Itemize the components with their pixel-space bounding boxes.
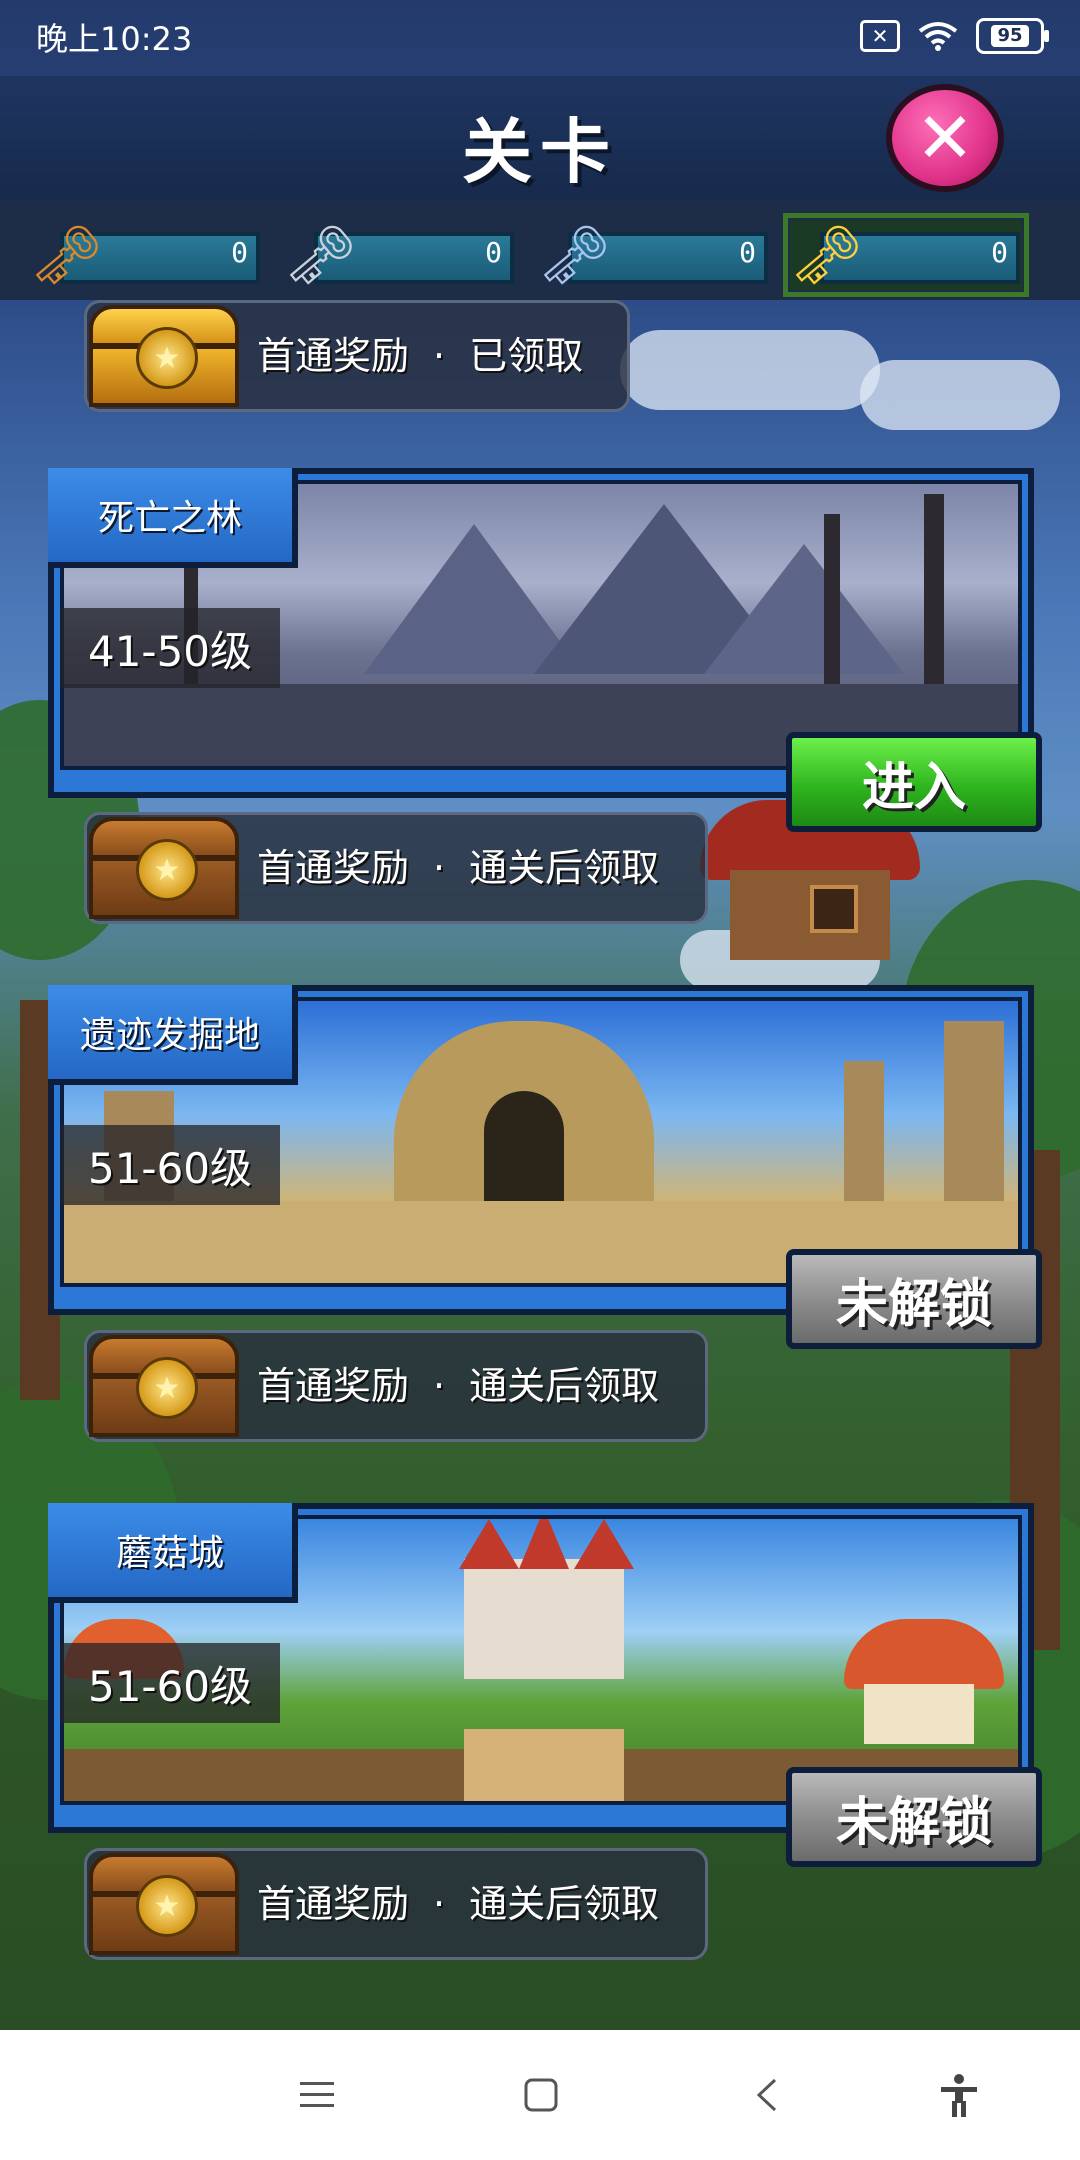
reward-separator: · <box>433 334 446 378</box>
chest-icon: ★ <box>89 817 239 921</box>
status-bar: 晚上10:23 ✕ 95 <box>0 0 1080 76</box>
key-slot-silver: 0 🗝 <box>284 220 516 290</box>
stage-name: 死亡之林 <box>48 468 298 568</box>
stage-card-ruins-dig-site[interactable]: 遗迹发掘地 51-60级 未解锁 <box>48 985 1042 1349</box>
enter-stage-button[interactable]: 进入 <box>786 732 1042 832</box>
status-time: 晚上10:23 <box>36 20 193 58</box>
reward-status: 已领取 <box>469 334 584 378</box>
reward-label: 首通奖励 <box>257 1882 410 1926</box>
header: 关卡 ✕ <box>0 76 1080 204</box>
wifi-icon <box>918 22 958 51</box>
stage-name: 遗迹发掘地 <box>48 985 298 1085</box>
chest-icon: ★ <box>89 1853 239 1957</box>
stage-name: 蘑菇城 <box>48 1503 298 1603</box>
locked-stage-button[interactable]: 未解锁 <box>786 1767 1042 1867</box>
reward-label: 首通奖励 <box>257 334 410 378</box>
reward-status: 通关后领取 <box>469 1882 660 1926</box>
reward-label: 首通奖励 <box>257 846 410 890</box>
stage-level-range: 41-50级 <box>60 608 280 688</box>
first-clear-reward[interactable]: ★ 首通奖励 · 通关后领取 <box>84 812 708 924</box>
stage-card-mushroom-city[interactable]: 蘑菇城 51-60级 未解锁 <box>48 1503 1042 1867</box>
reward-status: 通关后领取 <box>469 1364 660 1408</box>
key-count: 0 <box>485 236 502 269</box>
reward-separator: · <box>433 846 446 890</box>
silver-key-icon: 🗝 <box>284 221 358 289</box>
key-slot-ornate: 0 🗝 <box>538 220 770 290</box>
first-clear-reward[interactable]: ★ 首通奖励 · 通关后领取 <box>84 1848 708 1960</box>
reward-separator: · <box>433 1364 446 1408</box>
back-icon[interactable] <box>742 2070 792 2120</box>
locked-stage-button[interactable]: 未解锁 <box>786 1249 1042 1349</box>
gold-key-icon: 🗝 <box>790 221 864 289</box>
reward-label: 首通奖励 <box>257 1364 410 1408</box>
key-count: 0 <box>739 236 756 269</box>
battery-level: 95 <box>991 25 1029 47</box>
chest-icon: ★ <box>89 1335 239 1439</box>
ornate-key-icon: 🗝 <box>538 221 612 289</box>
stage-card-dead-forest[interactable]: 死亡之林 41-50级 进入 <box>48 468 1042 832</box>
system-nav-bar <box>0 2030 1080 2160</box>
first-clear-reward-claimed[interactable]: ★ 首通奖励 · 已领取 <box>84 300 630 412</box>
close-icon: ✕ <box>915 97 975 179</box>
close-button[interactable]: ✕ <box>886 84 1004 192</box>
gold-chest-icon: ★ <box>89 305 239 409</box>
key-count: 0 <box>991 236 1008 269</box>
reward-status: 通关后领取 <box>469 846 660 890</box>
home-icon[interactable] <box>516 2070 566 2120</box>
sim-off-icon: ✕ <box>860 20 900 52</box>
key-slot-gold: 0 🗝 <box>783 213 1029 297</box>
key-slot-bronze: 0 🗝 <box>30 220 262 290</box>
key-inventory-bar: 0 🗝 0 🗝 0 🗝 0 🗝 <box>0 200 1080 300</box>
stage-level-range: 51-60级 <box>60 1125 280 1205</box>
reward-separator: · <box>433 1882 446 1926</box>
menu-icon[interactable] <box>292 2070 342 2120</box>
accessibility-icon[interactable] <box>934 2070 984 2120</box>
stage-level-range: 51-60级 <box>60 1643 280 1723</box>
key-count: 0 <box>231 236 248 269</box>
battery-icon: 95 <box>976 18 1049 54</box>
first-clear-reward[interactable]: ★ 首通奖励 · 通关后领取 <box>84 1330 708 1442</box>
bronze-key-icon: 🗝 <box>30 221 104 289</box>
